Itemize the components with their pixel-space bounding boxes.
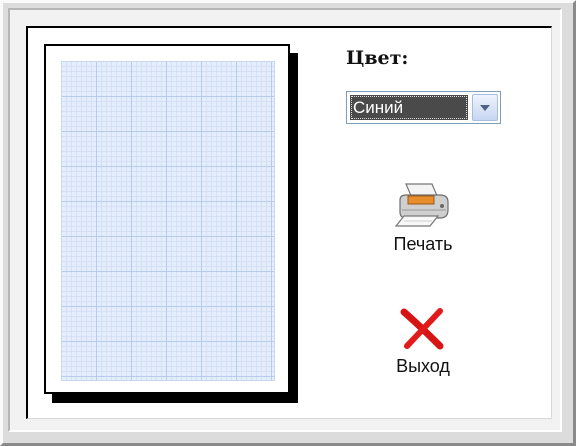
graph-paper-grid xyxy=(61,61,275,381)
chevron-down-icon xyxy=(480,105,490,111)
print-button[interactable]: Печать xyxy=(378,180,468,255)
color-select[interactable]: Синий xyxy=(346,91,501,124)
page-preview xyxy=(44,44,290,394)
red-x-icon xyxy=(400,308,444,350)
print-label: Печать xyxy=(393,234,453,254)
printer-icon xyxy=(394,183,449,227)
color-select-value: Синий xyxy=(350,95,468,120)
color-select-dropdown-button[interactable] xyxy=(472,94,498,121)
exit-label: Выход xyxy=(396,356,450,376)
exit-button[interactable]: Выход xyxy=(378,306,468,377)
color-label: Цвет: xyxy=(346,47,409,69)
